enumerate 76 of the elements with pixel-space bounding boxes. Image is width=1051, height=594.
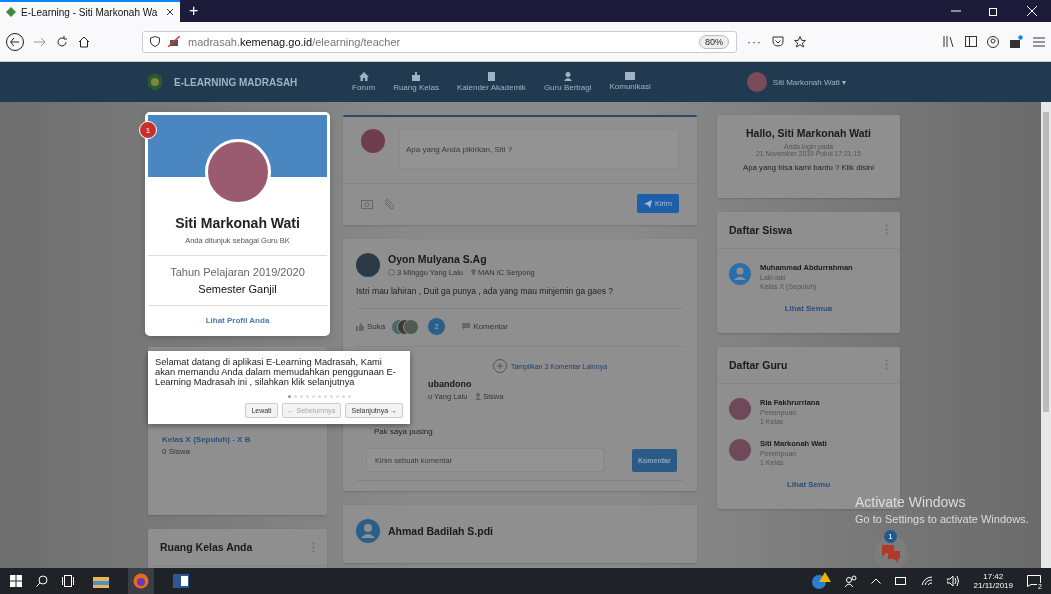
activation-notice: Activate Windows Go to Settings to activate Windows.: [855, 494, 1029, 525]
user-menu[interactable]: Siti Markonah Wati ▾: [746, 72, 846, 92]
menu-icon[interactable]: [1033, 36, 1045, 47]
star-icon[interactable]: [794, 35, 806, 48]
card-title: Daftar Siswa: [729, 223, 793, 236]
address-bar[interactable]: madrasah.kemenag.go.id/elearning/teacher 80%: [142, 30, 737, 53]
avatar-photo: [361, 129, 385, 153]
nav-link[interactable]: Komunikasi: [609, 72, 651, 92]
more-actions-button[interactable]: ···: [747, 34, 762, 49]
comment-button[interactable]: Komentar: [462, 322, 508, 331]
comment-author: ubandono: [428, 379, 473, 389]
new-tab-button[interactable]: +: [180, 0, 208, 22]
clock-icon: [388, 269, 395, 276]
avatar-photo: [729, 438, 751, 461]
post-input[interactable]: Apa yang Anda pikirkan, Siti ?: [399, 129, 679, 169]
speaker-icon[interactable]: [946, 576, 960, 586]
emblem-icon: [6, 7, 16, 17]
greeting-title: Hallo, Siti Markonah Wati: [744, 127, 872, 139]
comment-text: Pak saya pusing: [374, 427, 434, 436]
step-badge: 1: [139, 121, 157, 139]
user-avatar-icon: [729, 262, 751, 285]
building-icon: [411, 72, 422, 81]
home-icon[interactable]: [78, 35, 90, 48]
windows-start-icon[interactable]: [10, 575, 22, 587]
pin-icon: [471, 269, 477, 276]
post-author: Ahmad Badilah S.pdi: [388, 525, 493, 537]
sidebar-icon[interactable]: [965, 36, 977, 47]
paper-plane-icon: [643, 199, 652, 208]
academic-year: Tahun Pelajaran 2019/2020: [169, 266, 306, 278]
chat-bubbles-icon: [880, 543, 902, 563]
post-author: Oyon Mulyana S.Ag: [388, 253, 488, 265]
users-icon: [562, 72, 573, 81]
semester: Semester Ganjil: [197, 283, 278, 295]
thumbs-up-icon: [356, 322, 364, 331]
wifi-icon[interactable]: [920, 576, 933, 586]
person-icon: [475, 393, 482, 400]
taskbar-clock[interactable]: 17:42 21/11/2019: [973, 571, 1013, 591]
like-button[interactable]: Suka: [356, 322, 386, 331]
avatar-photo: [356, 253, 380, 277]
people-icon[interactable]: [844, 575, 857, 587]
browser-tab[interactable]: E-Learning - Siti Markonah Wa: [0, 0, 180, 22]
post-text: Istri mau lahiran , Duit ga punya , ada yang mau minjemin ga gaes ?: [356, 286, 615, 296]
plus-circle-icon: [492, 359, 507, 373]
avatar-photo: [729, 397, 751, 420]
nav-link[interactable]: Kalender Akademik: [456, 72, 526, 92]
reload-icon[interactable]: [56, 35, 68, 48]
emblem-logo-icon: [146, 73, 164, 91]
site-brand[interactable]: E-LEARNING MADRASAH: [174, 76, 352, 88]
warning-update-icon[interactable]: [810, 572, 831, 590]
card-title: Ruang Kelas Anda: [160, 541, 253, 553]
paperclip-icon[interactable]: [383, 197, 394, 210]
firefox-app-icon[interactable]: [128, 568, 154, 594]
library-icon[interactable]: [943, 36, 955, 47]
card-title: Daftar Guru: [729, 358, 788, 371]
restore-icon[interactable]: [989, 6, 999, 16]
speech-bubble-icon: [462, 323, 471, 330]
task-view-icon[interactable]: [62, 575, 74, 587]
user-avatar-icon: [356, 519, 380, 543]
nav-link[interactable]: Guru Berbagi: [543, 72, 592, 92]
profile-link[interactable]: Lihat Profil Anda: [205, 316, 270, 325]
url-text: madrasah.kemenag.go.id/elearning/teacher: [188, 35, 402, 48]
student-count: 0 Siswa: [162, 447, 191, 456]
zoom-level-button[interactable]: 80%: [699, 34, 729, 49]
forward-arrow-icon[interactable]: [34, 36, 46, 47]
chevron-up-icon[interactable]: [870, 578, 881, 584]
nav-link[interactable]: Forum: [352, 72, 376, 92]
nav-link[interactable]: Ruang Kelas: [393, 72, 439, 92]
battery-icon[interactable]: [894, 577, 907, 585]
house-icon: [358, 72, 369, 81]
profile-name: Siti Markonah Wati: [174, 215, 301, 231]
search-icon[interactable]: [36, 575, 48, 587]
account-icon[interactable]: [987, 35, 999, 48]
tour-message: Selamat datang di aplikasi E-Learning Madrasah, Kami akan memandu Anda dalam memudahkan penggunaan E-Learning Madrasah ini , silahkan klik selanjutnya: [155, 358, 397, 388]
close-icon[interactable]: [166, 8, 174, 16]
scrollbar[interactable]: [1041, 102, 1051, 568]
shield-icon: [150, 36, 160, 47]
